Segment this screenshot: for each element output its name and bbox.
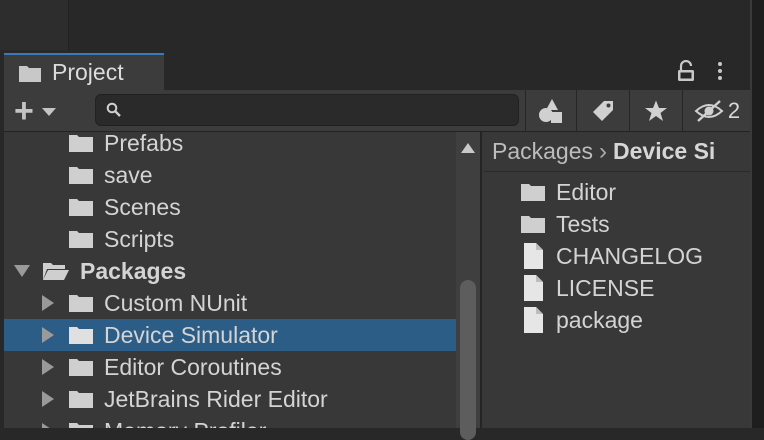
folder-icon [69, 327, 93, 344]
chevron-down-icon [41, 108, 56, 116]
tree-item-scenes[interactable]: Scenes [4, 191, 456, 223]
content-item-editor[interactable]: Editor [520, 176, 616, 208]
content-item-license[interactable]: LICENSE [520, 272, 654, 304]
tree-item-label: Packages [80, 257, 187, 284]
expand-arrow-icon[interactable] [42, 359, 54, 375]
file-icon [524, 275, 543, 301]
tree-item-label: Scenes [104, 193, 181, 220]
editor-top-area [0, 0, 764, 50]
folder-open-icon [43, 263, 69, 280]
tree-item-packages[interactable]: Packages [4, 255, 456, 287]
tree-item-jetbrains-rider-editor[interactable]: JetBrains Rider Editor [4, 383, 456, 415]
content-item-label: package [556, 306, 643, 333]
content-item-label: Tests [556, 210, 610, 237]
shapes-icon [539, 98, 562, 123]
eye-slash-icon [694, 99, 724, 122]
plus-icon: + [14, 92, 34, 130]
top-left-panel [0, 0, 69, 50]
search-by-label-button[interactable] [576, 90, 629, 131]
hidden-count: 2 [727, 97, 741, 123]
folder-icon [69, 231, 93, 248]
file-icon [524, 243, 543, 269]
folder-icon [69, 423, 93, 428]
tree-item-custom-nunit[interactable]: Custom NUnit [4, 287, 456, 319]
folder-contents-pane: Packages › Device Si Editor Tests CHANGE… [484, 132, 750, 428]
tree-item-label: Scripts [104, 225, 175, 252]
breadcrumb: Packages › Device Si [484, 132, 750, 172]
content-item-tests[interactable]: Tests [520, 208, 610, 240]
content-item-changelog[interactable]: CHANGELOG [520, 240, 703, 272]
tree-item-editor-coroutines[interactable]: Editor Coroutines [4, 351, 456, 383]
search-by-type-button[interactable] [525, 90, 576, 131]
tree-item-label: Device Simulator [104, 321, 278, 348]
content-item-package[interactable]: package [520, 304, 643, 336]
tree-item-device-simulator[interactable]: Device Simulator [4, 319, 456, 351]
project-toolbar: + 2 [4, 90, 750, 132]
folder-icon [69, 391, 93, 408]
folder-icon [19, 65, 41, 82]
folder-icon [69, 295, 93, 312]
create-dropdown-button[interactable]: + [14, 92, 74, 130]
breadcrumb-packages[interactable]: Packages [492, 138, 593, 165]
project-panel: Project + 2 Prefabs save Scenes Scripts … [4, 53, 750, 440]
tree-item-label: JetBrains Rider Editor [104, 385, 328, 412]
tree-item-scripts[interactable]: Scripts [4, 223, 456, 255]
breadcrumb-current[interactable]: Device Si [613, 138, 715, 165]
expand-arrow-icon[interactable] [42, 327, 54, 343]
expand-arrow-icon[interactable] [14, 265, 30, 277]
window-edge [750, 0, 764, 428]
tree-scrollbar[interactable] [456, 132, 482, 440]
tree-item-prefabs[interactable]: Prefabs [4, 132, 456, 159]
content-item-label: LICENSE [556, 274, 655, 301]
tab-project[interactable]: Project [4, 53, 164, 90]
favorites-button[interactable] [629, 90, 682, 131]
tree-item-label: Editor Coroutines [104, 353, 282, 380]
search-field[interactable] [95, 94, 519, 126]
tag-icon [593, 100, 613, 121]
folder-icon [69, 135, 93, 152]
tree-item-label: Prefabs [104, 132, 184, 156]
tree-item-save[interactable]: save [4, 159, 456, 191]
folder-tree: Prefabs save Scenes Scripts Packages Cus… [4, 132, 456, 428]
lock-icon[interactable] [677, 60, 695, 82]
tab-bar: Project [4, 53, 750, 90]
folder-icon [521, 184, 545, 201]
expand-arrow-icon[interactable] [42, 295, 54, 311]
tab-project-label: Project [52, 59, 124, 85]
tree-item-label: save [104, 161, 153, 188]
content-item-label: Editor [556, 178, 617, 205]
tree-item-label: Memory Profiler [104, 418, 266, 429]
file-icon [524, 307, 543, 333]
breadcrumb-separator-icon: › [599, 137, 608, 165]
folder-icon [69, 167, 93, 184]
folder-icon [69, 359, 93, 376]
expand-arrow-icon[interactable] [42, 423, 54, 428]
scroll-up-arrow-icon[interactable] [461, 143, 475, 153]
folder-icon [69, 199, 93, 216]
star-icon [645, 100, 667, 121]
folder-icon [521, 216, 545, 233]
search-input[interactable] [126, 97, 510, 125]
search-icon [106, 102, 121, 117]
hidden-packages-toggle[interactable]: 2 [682, 90, 751, 131]
expand-arrow-icon[interactable] [42, 391, 54, 407]
tree-item-label: Custom NUnit [104, 289, 248, 316]
more-options-icon[interactable] [717, 62, 723, 82]
scrollbar-thumb[interactable] [460, 280, 476, 440]
tree-item-memory-profiler[interactable]: Memory Profiler [4, 415, 456, 428]
content-item-label: CHANGELOG [556, 242, 703, 269]
